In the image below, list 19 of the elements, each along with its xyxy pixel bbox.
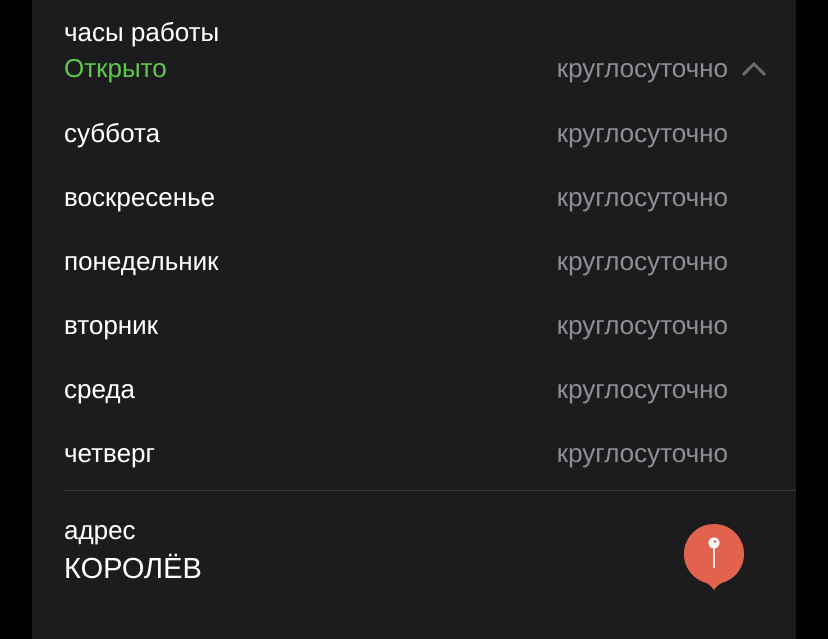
day-name: понедельник bbox=[64, 246, 219, 276]
chevron-up-icon[interactable] bbox=[742, 60, 766, 76]
section-label: адрес bbox=[64, 514, 137, 547]
open-status: Открыто bbox=[64, 52, 167, 84]
address-value: КОРОЛЁВ bbox=[64, 552, 202, 587]
hours-value: круглосуточно bbox=[556, 374, 728, 404]
day-name: среда bbox=[64, 374, 135, 404]
day-name: воскресенье bbox=[64, 182, 216, 212]
hours-value: круглосуточно bbox=[556, 118, 728, 148]
day-name: четверг bbox=[64, 438, 155, 468]
hours-value: круглосуточно bbox=[556, 310, 728, 340]
hours-value: круглосуточно bbox=[556, 182, 728, 212]
day-name: суббота bbox=[64, 118, 160, 148]
hours-value: круглосуточно bbox=[556, 438, 728, 468]
day-name: вторник bbox=[64, 310, 158, 340]
hours-value: круглосуточно bbox=[556, 246, 728, 276]
section-label: часы работы bbox=[64, 16, 220, 49]
map-pin-icon[interactable] bbox=[684, 524, 744, 590]
hours-value: круглосуточно bbox=[556, 52, 728, 84]
